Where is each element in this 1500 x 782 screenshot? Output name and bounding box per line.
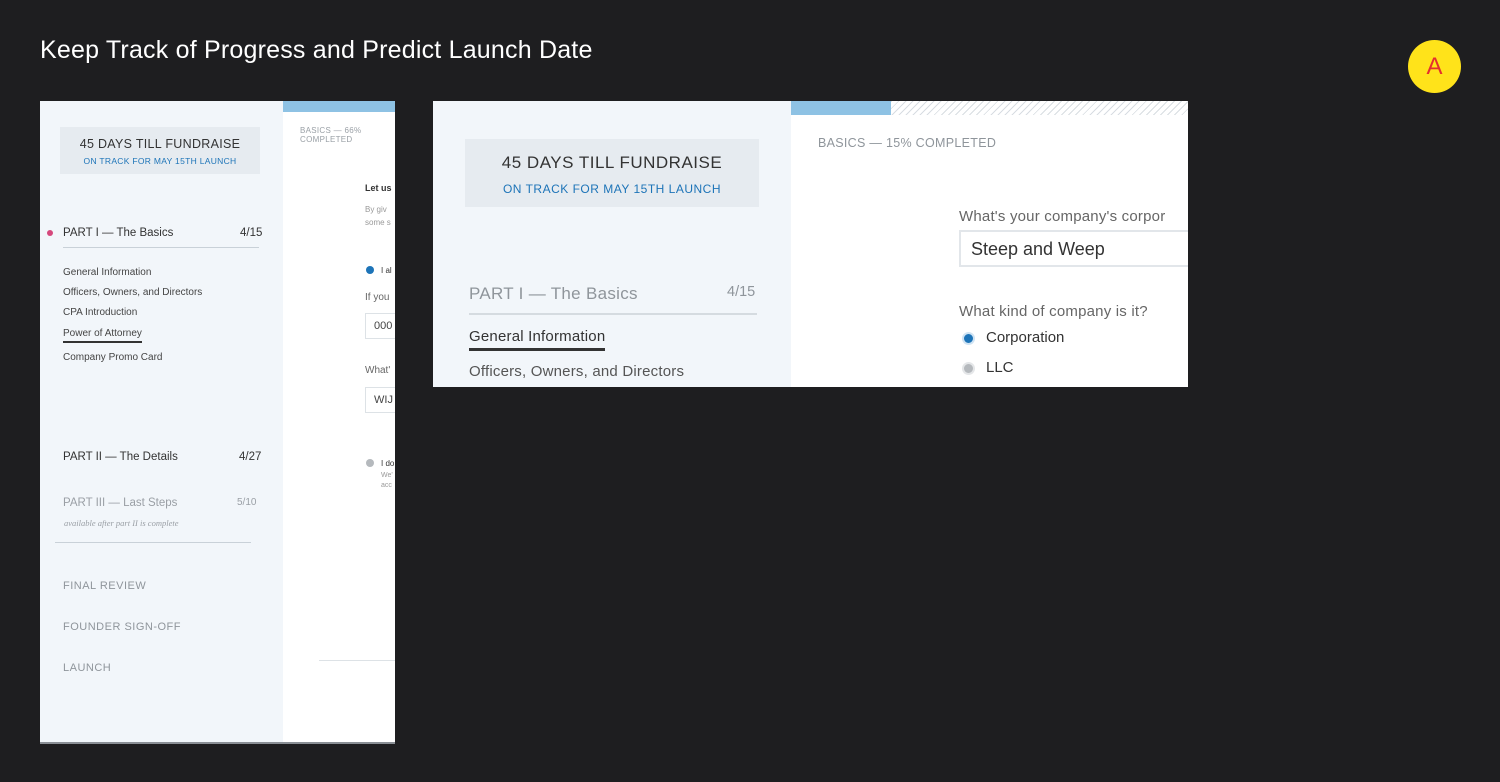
launch-status-zoomed: ON TRACK FOR MAY 15TH LAUNCH	[502, 182, 722, 196]
part1-count-zoomed: 4/15	[727, 284, 756, 300]
part2-count: 4/27	[239, 451, 262, 463]
part1-title-zoomed[interactable]: PART I — The Basics	[469, 284, 638, 304]
sidebar-item-officers-zoomed[interactable]: Officers, Owners, and Directors	[469, 363, 684, 380]
sidebar-item-power-of-attorney[interactable]: Power of Attorney	[63, 328, 142, 343]
main-panel: BASICS — 66% COMPLETED Let us By giv som…	[283, 101, 395, 742]
fundraise-days-zoomed: 45 DAYS TILL FUNDRAISE	[501, 153, 723, 172]
launch-status: ON TRACK FOR MAY 15TH LAUNCH	[83, 156, 237, 166]
form-subtext-1: By giv	[365, 205, 387, 214]
part3-title: PART III — Last Steps	[63, 497, 178, 509]
text-input-1[interactable]: 000	[365, 313, 395, 339]
form-footer-divider	[319, 660, 395, 661]
progress-bar-remaining	[891, 101, 1188, 115]
radio-label-2-sub2: acc	[381, 482, 392, 489]
progress-label-zoomed: BASICS — 15% COMPLETED	[818, 136, 997, 150]
company-name-input[interactable]: Steep and Weep	[959, 230, 1188, 267]
main-panel-zoomed: BASICS — 15% COMPLETED What's your compa…	[791, 101, 1188, 387]
progress-label: BASICS — 66% COMPLETED	[300, 126, 361, 144]
radio-selected[interactable]	[366, 266, 374, 274]
fundraise-days: 45 DAYS TILL FUNDRAISE	[79, 137, 241, 151]
progress-label-line1: BASICS — 66%	[300, 126, 362, 135]
radio-label-corporation: Corporation	[986, 329, 1065, 346]
question-company-type: What kind of company is it?	[959, 303, 1148, 320]
radio-label-1: I al	[381, 266, 392, 275]
step-launch[interactable]: LAUNCH	[63, 662, 111, 674]
fundraise-countdown: 45 DAYS TILL FUNDRAISE ON TRACK FOR MAY …	[60, 127, 260, 174]
sidebar: 45 DAYS TILL FUNDRAISE ON TRACK FOR MAY …	[40, 101, 283, 742]
radio-llc[interactable]	[962, 362, 975, 375]
part1-divider-zoomed	[469, 313, 757, 315]
part1-divider	[63, 247, 259, 248]
step-founder-sign-off[interactable]: FOUNDER SIGN-OFF	[63, 621, 181, 633]
radio-corporation[interactable]	[962, 332, 975, 345]
sidebar-item-general-information-active[interactable]: General Information	[469, 328, 606, 351]
radio-unselected[interactable]	[366, 459, 374, 467]
sidebar-item-company-promo-card[interactable]: Company Promo Card	[63, 352, 162, 363]
current-part-indicator	[47, 230, 53, 236]
progress-bar	[283, 101, 395, 112]
screenshot-right: 45 DAYS TILL FUNDRAISE ON TRACK FOR MAY …	[433, 101, 1188, 387]
part3-note: available after part II is complete	[64, 518, 179, 528]
fundraise-countdown-zoomed: 45 DAYS TILL FUNDRAISE ON TRACK FOR MAY …	[465, 139, 759, 207]
progress-bar-fill	[791, 101, 891, 115]
part1-title[interactable]: PART I — The Basics	[63, 227, 173, 239]
sidebar-zoomed: 45 DAYS TILL FUNDRAISE ON TRACK FOR MAY …	[433, 101, 791, 387]
question-company-name: What's your company's corpor	[959, 208, 1166, 225]
part3-count: 5/10	[237, 497, 257, 508]
form-subtext-2: some s	[365, 218, 391, 227]
progress-label-line2: COMPLETED	[300, 135, 353, 144]
sidebar-item-cpa-introduction[interactable]: CPA Introduction	[63, 307, 137, 318]
part2-title[interactable]: PART II — The Details	[63, 451, 178, 463]
radio-label-llc: LLC	[986, 359, 1014, 376]
part1-count: 4/15	[240, 227, 263, 239]
question-2: What'	[365, 365, 391, 376]
radio-label-2-sub1: We'	[381, 472, 393, 479]
radio-label-2: I do	[381, 459, 395, 468]
screenshot-left: 45 DAYS TILL FUNDRAISE ON TRACK FOR MAY …	[40, 101, 395, 744]
sidebar-item-general-information[interactable]: General Information	[63, 267, 151, 278]
step-final-review[interactable]: FINAL REVIEW	[63, 580, 146, 592]
page-title: Keep Track of Progress and Predict Launc…	[40, 36, 593, 64]
form-heading: Let us	[365, 183, 392, 193]
question-1: If you	[365, 292, 390, 303]
variant-badge: A	[1408, 40, 1461, 93]
text-input-2[interactable]: WIJ	[365, 387, 395, 413]
part3-divider	[55, 542, 251, 543]
sidebar-item-officers[interactable]: Officers, Owners, and Directors	[63, 287, 202, 298]
